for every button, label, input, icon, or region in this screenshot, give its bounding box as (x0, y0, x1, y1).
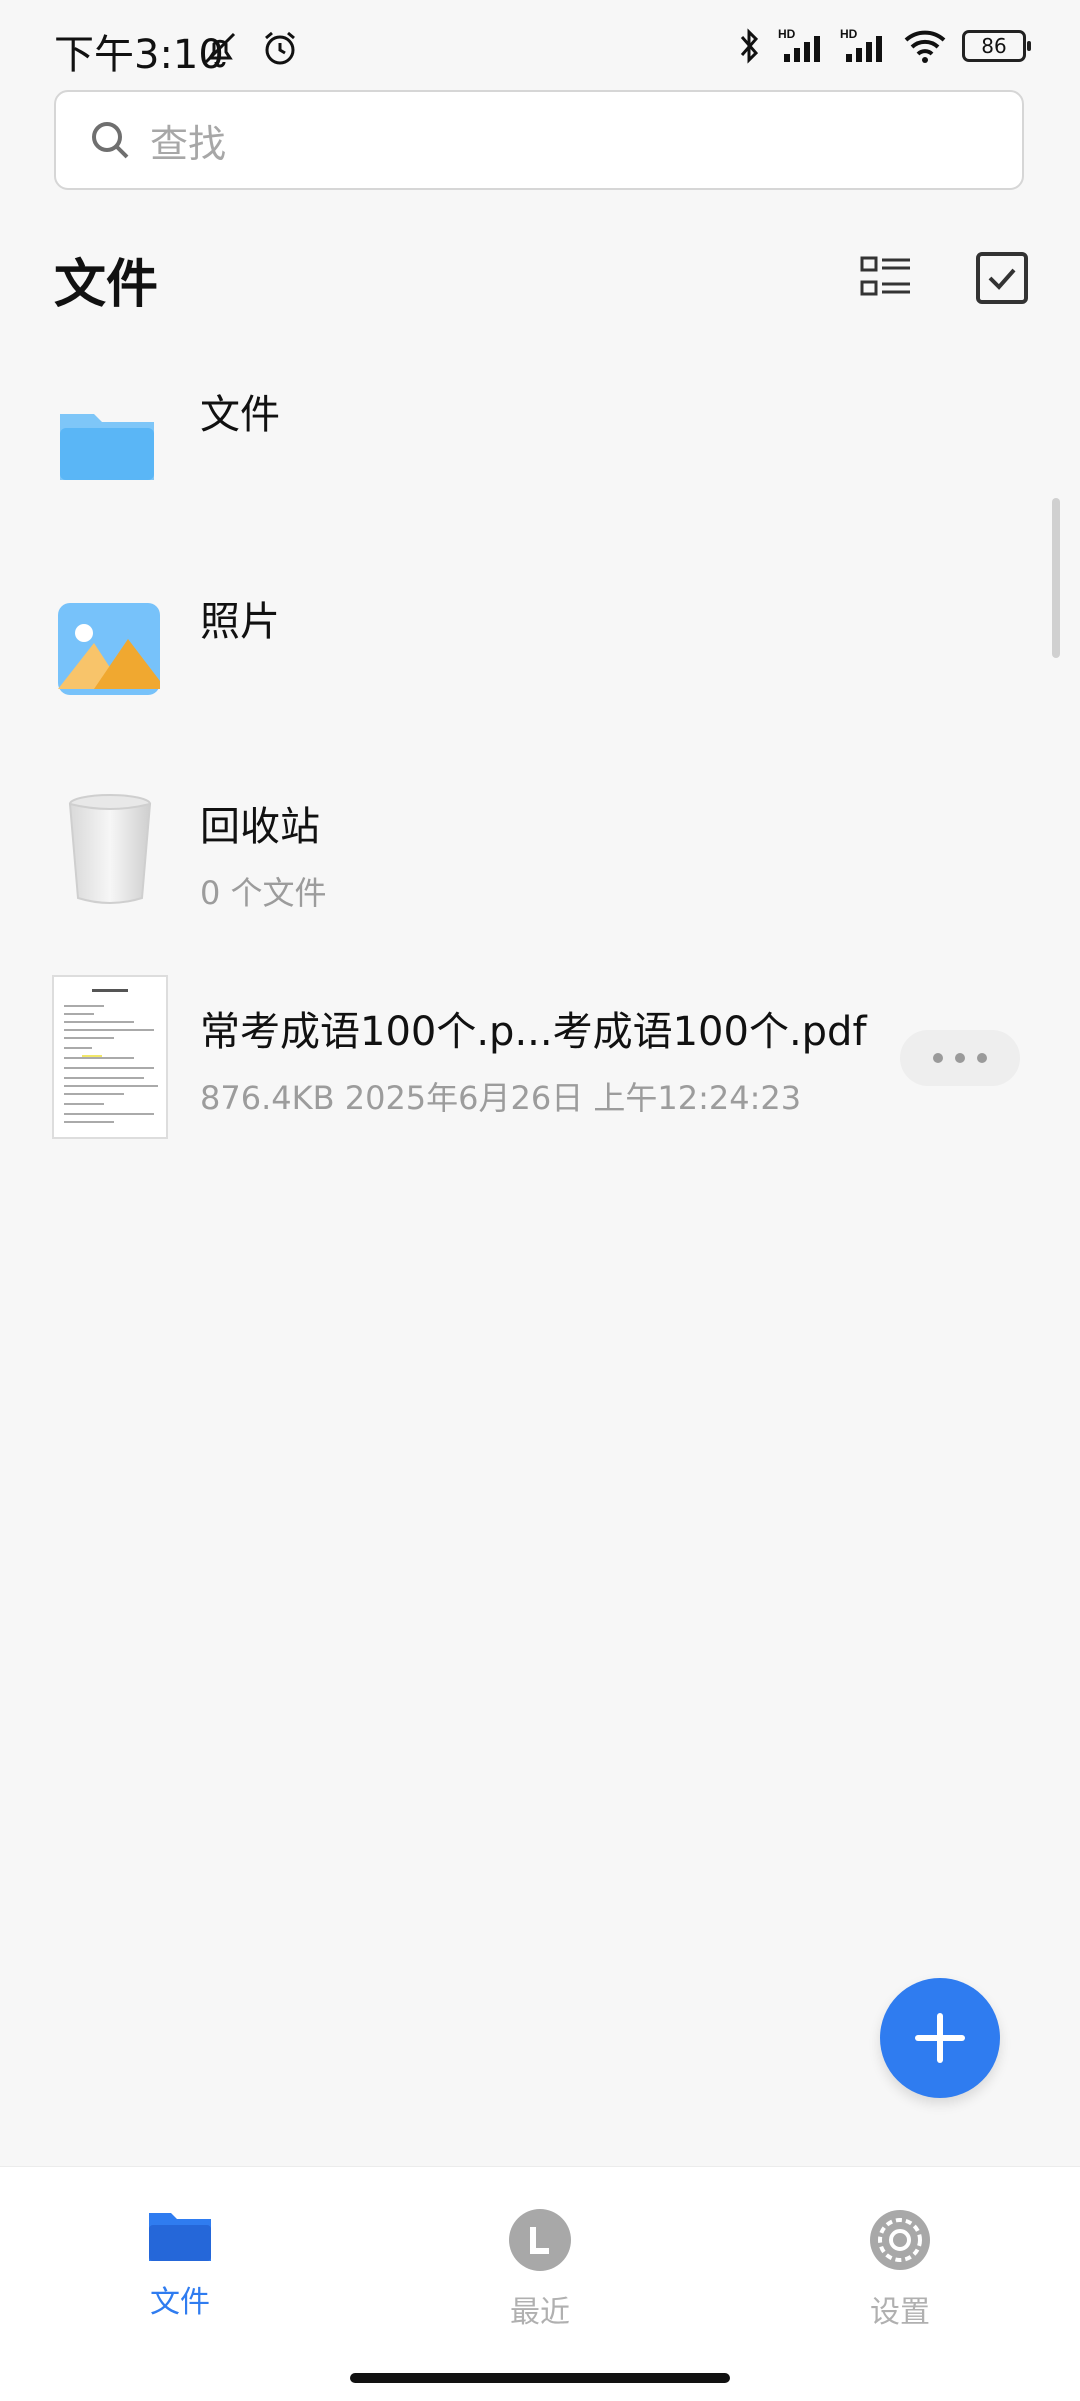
page-title: 文件 (54, 255, 159, 315)
nav-label: 设置 (870, 2295, 930, 2330)
item-name: 照片 (200, 599, 280, 645)
plus-icon (915, 2013, 965, 2063)
home-indicator[interactable] (350, 2373, 730, 2383)
status-bar: 下午3:10 HD HD 86 (0, 0, 1080, 90)
alarm-icon (265, 31, 295, 65)
svg-text:HD: HD (778, 27, 796, 41)
nav-item-recent[interactable]: 最近 (440, 2207, 640, 2331)
scrollbar[interactable] (1052, 498, 1060, 658)
search-icon (92, 122, 129, 159)
mute-icon (204, 32, 236, 68)
trash-icon (68, 794, 152, 904)
bottom-nav: 文件 最近 设置 (0, 2166, 1080, 2401)
status-left-icons (198, 26, 302, 70)
status-right-icons: HD HD 86 (736, 26, 1031, 66)
more-dot-icon (977, 1053, 987, 1063)
nav-item-settings[interactable]: 设置 (800, 2207, 1000, 2331)
item-subtitle: 876.4KB 2025年6月26日 上午12:24:23 (200, 1079, 802, 1117)
nav-label: 文件 (150, 2285, 210, 2320)
list-item-folder[interactable]: 文件 (0, 360, 1080, 540)
photo-icon (58, 603, 160, 695)
list-item-trash[interactable]: 回收站 0 个文件 (0, 770, 1080, 950)
list-view-icon[interactable] (858, 250, 914, 306)
battery-level: 86 (981, 34, 1007, 58)
folder-icon (149, 2213, 211, 2261)
add-button[interactable] (880, 1978, 1000, 2098)
settings-icon (870, 2210, 930, 2270)
battery-icon: 86 (962, 30, 1031, 62)
more-dot-icon (933, 1053, 943, 1063)
search-placeholder: 查找 (150, 121, 227, 166)
recent-icon (509, 2209, 571, 2271)
item-name: 回收站 (200, 804, 320, 850)
signal-hd-icon: HD (778, 27, 820, 62)
item-name: 常考成语100个.p...考成语100个.pdf (200, 1009, 867, 1055)
item-subtitle: 0 个文件 (200, 874, 327, 912)
nav-label: 最近 (510, 2295, 570, 2330)
bluetooth-icon (740, 28, 759, 64)
svg-text:HD: HD (840, 27, 858, 41)
more-options-button[interactable] (900, 1030, 1020, 1086)
folder-icon (60, 414, 154, 480)
nav-item-files[interactable]: 文件 (80, 2207, 280, 2321)
signal-hd-icon: HD (840, 27, 882, 62)
pdf-thumbnail (52, 975, 168, 1139)
search-bar[interactable]: 查找 (54, 90, 1024, 190)
more-dot-icon (955, 1053, 965, 1063)
wifi-icon (904, 30, 946, 63)
select-checkbox-icon[interactable] (974, 250, 1030, 306)
list-item-photos[interactable]: 照片 (0, 565, 1080, 745)
item-name: 文件 (200, 392, 280, 438)
